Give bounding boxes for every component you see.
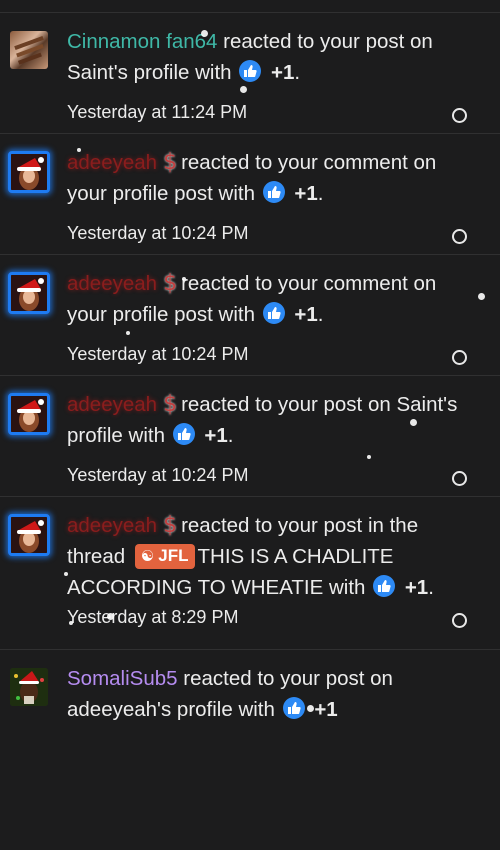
reaction-count: +1 [294,303,318,326]
dollar-sign-icon: $ [163,271,178,296]
username-link[interactable]: adeeyeah [67,151,157,174]
snowflake-icon [367,455,371,459]
snowflake-icon [410,419,417,426]
timestamp: Yesterday at 10:24 PM [67,223,249,243]
username-link[interactable]: Cinnamon fan64 [67,30,217,53]
notification-item[interactable]: adeeyeah $ reacted to your post on Saint's… [0,376,500,497]
notification-item[interactable]: adeeyeah $ reacted to your comment on your… [0,134,500,255]
avatar[interactable] [8,151,50,193]
notification-item[interactable]: SomaliSub5 reacted to your post on adeey… [0,650,500,850]
username-link[interactable]: adeeyeah [67,272,157,295]
radio-circle-icon[interactable] [452,350,467,365]
snowflake-icon [201,30,208,37]
thumbs-up-icon [262,302,285,324]
top-divider [0,0,500,13]
radio-circle-icon[interactable] [452,613,467,628]
notification-text: Cinnamon fan64 reacted to your post on S… [67,30,433,84]
radio-circle-icon[interactable] [452,108,467,123]
dollar-sign-icon: $ [163,513,178,538]
snowflake-icon [126,331,130,335]
username-link[interactable]: SomaliSub5 [67,667,178,690]
snowflake-icon [69,621,73,625]
reaction-count: +1 [404,576,429,599]
notification-text: adeeyeah $ reacted to your post in the thr… [67,510,470,603]
radio-circle-icon[interactable] [452,229,467,244]
thumbs-up-icon [373,575,396,597]
username-link[interactable]: adeeyeah [67,514,157,537]
timestamp: Yesterday at 10:24 PM [67,344,249,364]
notification-text: adeeyeah $ reacted to your comment on your… [67,147,470,209]
reaction-count: +1 [270,61,295,84]
snowflake-icon [64,572,68,576]
notification-item[interactable]: adeeyeah $ reacted to your post in the thr… [0,497,500,650]
timestamp: Yesterday at 8:29 PM [67,607,239,627]
avatar[interactable] [10,668,48,706]
snowflake-icon [182,277,186,281]
reaction-count: +1 [204,424,228,447]
avatar[interactable] [8,393,50,435]
snowflake-icon [478,293,485,300]
thumbs-up-icon [262,181,285,203]
prefix-icon: ☯ [140,548,155,565]
prefix-label: JFL [158,546,189,565]
timestamp: Yesterday at 11:24 PM [67,102,248,122]
avatar[interactable] [10,31,48,69]
thumbs-up-icon [239,60,262,82]
reaction-count: +1 [314,698,338,721]
dollar-sign-icon: $ [163,392,178,417]
dollar-sign-icon: $ [163,150,178,175]
avatar[interactable] [8,514,50,556]
snowflake-icon [77,148,81,152]
notification-text: adeeyeah $ reacted to your comment on your… [67,268,470,330]
notification-item[interactable]: Cinnamon fan64 reacted to your post on S… [0,13,500,134]
reaction-count: +1 [294,182,318,205]
username-link[interactable]: adeeyeah [67,393,157,416]
snowflake-icon [107,613,114,620]
notification-item[interactable]: adeeyeah $ reacted to your comment on your… [0,255,500,376]
snowflake-icon [307,705,314,712]
timestamp: Yesterday at 10:24 PM [67,465,249,485]
snowflake-icon [240,86,247,93]
radio-circle-icon[interactable] [452,471,467,486]
avatar[interactable] [8,272,50,314]
thread-prefix-badge[interactable]: ☯ JFL [134,544,195,569]
thumbs-up-icon [172,423,195,445]
